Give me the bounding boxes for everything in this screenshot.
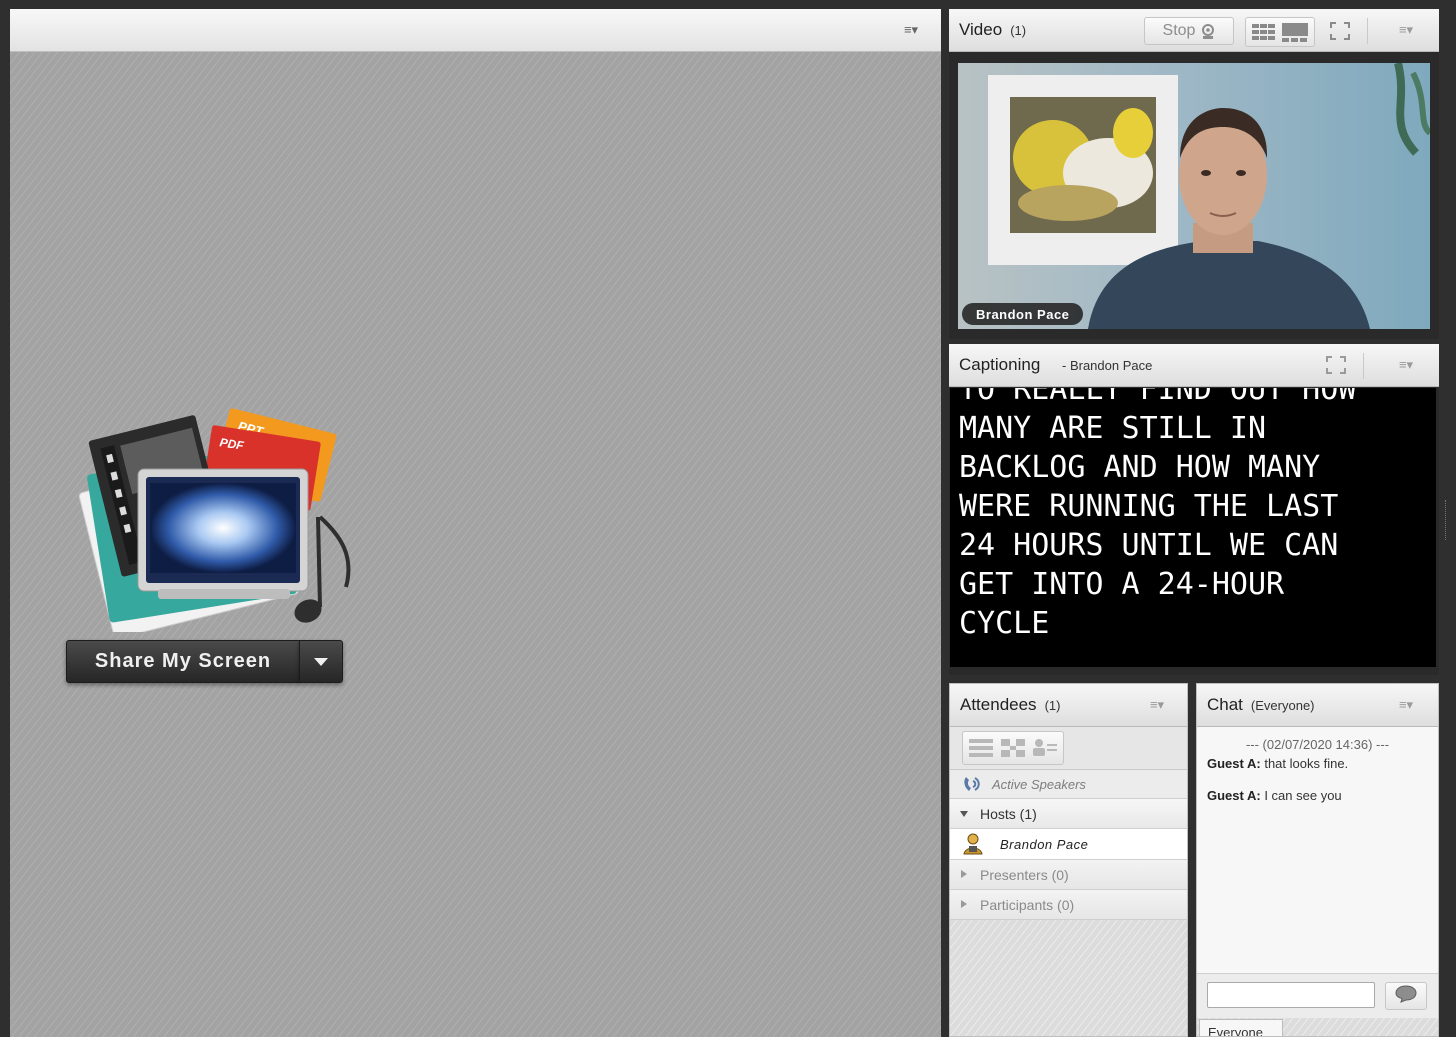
captioning-title: Captioning	[959, 355, 1041, 374]
chat-timestamp: --- (02/07/2020 14:36) ---	[1245, 737, 1390, 752]
chat-tab-label: Everyone	[1208, 1025, 1263, 1037]
active-speakers-row[interactable]: Active Speakers	[950, 770, 1187, 799]
attendees-pod: Attendees (1) ≡▾ Active Speakers Hosts (1…	[949, 683, 1188, 1037]
share-pod-header: ≡▾	[10, 9, 941, 52]
speaker-phone-icon	[962, 775, 982, 798]
caption-line: WERE RUNNING THE LAST	[959, 489, 1339, 524]
header-divider	[1367, 18, 1368, 44]
attendees-pod-header: Attendees (1) ≡▾	[950, 684, 1187, 727]
chat-text: that looks fine.	[1264, 756, 1349, 771]
send-message-button[interactable]	[1385, 982, 1427, 1010]
speech-bubble-icon	[1395, 984, 1417, 1008]
expand-right-icon	[961, 870, 967, 878]
caption-line: GET INTO A 24-HOUR	[959, 567, 1285, 602]
chat-message-input[interactable]	[1207, 982, 1375, 1008]
status-view-icon[interactable]	[1033, 738, 1057, 763]
chat-messages: --- (02/07/2020 14:36) --- Guest A: that…	[1197, 727, 1438, 973]
chat-pod-header: Chat (Everyone) ≡▾	[1197, 684, 1438, 727]
caption-line: MANY ARE STILL IN	[959, 411, 1267, 446]
stop-label: Stop	[1162, 22, 1196, 39]
list-view-icon[interactable]	[969, 739, 993, 762]
host-user-icon	[962, 833, 984, 860]
hosts-group-row[interactable]: Hosts (1)	[950, 799, 1187, 829]
caption-line: 24 HOURS UNTIL WE CAN	[959, 528, 1339, 563]
caption-text: TO REALLY FIND OUT HOW MANY ARE STILL IN…	[959, 388, 1356, 643]
caption-line: CYCLE	[959, 606, 1050, 641]
video-pod-header: Video (1) Stop ≡▾	[949, 9, 1439, 52]
share-pod-menu-icon[interactable]: ≡▾	[900, 22, 922, 37]
chat-sender: Guest A:	[1207, 788, 1261, 803]
participants-group-row[interactable]: Participants (0)	[950, 890, 1187, 920]
chat-pod-title: Chat (Everyone)	[1207, 695, 1315, 714]
hosts-label: Hosts (1)	[980, 806, 1037, 822]
caption-line: BACKLOG AND HOW MANY	[959, 450, 1321, 485]
presenters-group-row[interactable]: Presenters (0)	[950, 860, 1187, 890]
fullscreen-icon[interactable]	[1329, 21, 1351, 46]
attendees-toolbar	[950, 727, 1187, 770]
video-pod-menu-icon[interactable]: ≡▾	[1395, 22, 1417, 37]
webcam-icon	[1201, 24, 1215, 39]
captioning-pod: Captioning - Brandon Pace ≡▾ TO REALLY F…	[949, 344, 1439, 675]
participants-label: Participants (0)	[980, 897, 1075, 913]
chat-input-bar	[1197, 973, 1438, 1018]
chat-pod: Chat (Everyone) ≡▾ --- (02/07/2020 14:36)…	[1196, 683, 1439, 1037]
resize-handle[interactable]	[1445, 500, 1452, 540]
video-feed: Brandon Pace	[958, 63, 1430, 329]
share-media-graphic: PPT PDF	[62, 407, 352, 639]
captioning-pod-header: Captioning - Brandon Pace ≡▾	[949, 344, 1439, 387]
video-count: (1)	[1010, 23, 1027, 38]
host-attendee-row[interactable]: Brandon Pace	[950, 829, 1187, 860]
chat-sender: Guest A:	[1207, 756, 1261, 771]
video-pod-title: Video (1)	[959, 20, 1027, 39]
chat-scope: (Everyone)	[1250, 698, 1315, 713]
chat-message: Guest A: that looks fine.	[1207, 756, 1348, 771]
chat-message: Guest A: I can see you	[1207, 788, 1342, 803]
expand-down-icon	[960, 811, 968, 817]
chat-tab-strip: Everyone	[1197, 1018, 1438, 1037]
video-layout-toggle[interactable]	[1245, 17, 1315, 47]
view-toggle-group	[962, 731, 1064, 765]
share-pod: ≡▾ PPT PDF Share My Screen	[10, 9, 941, 1037]
attendees-pod-menu-icon[interactable]: ≡▾	[1146, 697, 1168, 712]
chat-pod-menu-icon[interactable]: ≡▾	[1395, 697, 1417, 712]
attendees-count: (1)	[1044, 698, 1061, 713]
expand-right-icon	[961, 900, 967, 908]
host-name: Brandon Pace	[1000, 837, 1089, 852]
share-my-screen-button[interactable]: Share My Screen	[66, 640, 300, 683]
chat-text: I can see you	[1264, 788, 1342, 803]
captioning-pod-menu-icon[interactable]: ≡▾	[1395, 357, 1417, 372]
caption-display: TO REALLY FIND OUT HOW MANY ARE STILL IN…	[950, 388, 1436, 667]
filmstrip-view-icon[interactable]	[1282, 23, 1308, 48]
grid-view-icon[interactable]	[1252, 24, 1276, 45]
captioning-subtitle: - Brandon Pace	[1062, 358, 1153, 373]
stop-video-button[interactable]: Stop	[1144, 17, 1234, 45]
video-person-name: Brandon Pace	[976, 306, 1070, 322]
video-name-tag: Brandon Pace	[962, 303, 1084, 325]
caption-line: TO REALLY FIND OUT HOW	[959, 388, 1357, 407]
presenters-label: Presenters (0)	[980, 867, 1069, 883]
video-pod: Video (1) Stop ≡▾ Brandon Pace	[949, 9, 1439, 339]
active-speakers-label: Active Speakers	[992, 777, 1086, 792]
share-my-screen-label: Share My Screen	[94, 650, 272, 672]
header-divider	[1363, 353, 1364, 379]
fullscreen-icon[interactable]	[1325, 355, 1347, 380]
chevron-down-icon	[314, 657, 328, 666]
chat-tab-everyone[interactable]: Everyone	[1199, 1019, 1283, 1037]
share-options-dropdown[interactable]	[299, 640, 343, 683]
breakout-view-icon[interactable]	[1001, 739, 1025, 762]
attendees-pod-title: Attendees (1)	[960, 695, 1061, 714]
